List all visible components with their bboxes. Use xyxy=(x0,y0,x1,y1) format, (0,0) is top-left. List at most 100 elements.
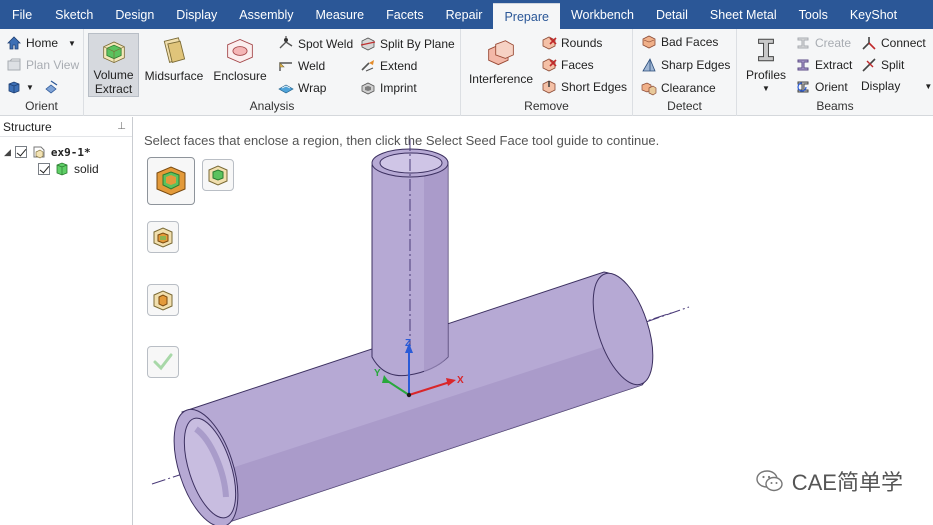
snap-view-icon[interactable] xyxy=(44,79,60,95)
tree-solid-label: solid xyxy=(74,162,99,176)
sharp-edges-button[interactable]: Sharp Edges xyxy=(641,57,730,73)
plan-view-label: Plan View xyxy=(26,58,80,72)
create-beam-button[interactable]: Create xyxy=(795,35,851,51)
connect-beam-button[interactable]: Connect xyxy=(861,35,926,51)
clearance-icon xyxy=(641,82,657,96)
midsurface-icon xyxy=(163,37,186,64)
midsurface-button[interactable]: Midsurface xyxy=(144,36,204,83)
bad-faces-icon xyxy=(642,35,656,49)
rounds-button[interactable]: Rounds xyxy=(541,35,602,51)
tab-display[interactable]: Display xyxy=(165,0,228,29)
home-label: Home xyxy=(26,36,59,50)
tab-detail[interactable]: Detail xyxy=(645,0,699,29)
orient-cube-button[interactable]: ▼ xyxy=(6,79,60,95)
display-label: Display xyxy=(861,79,901,93)
faces-label: Faces xyxy=(561,58,594,72)
home-button[interactable]: Home ▼ xyxy=(6,35,76,51)
tree-item-root[interactable]: ◢ ex9-1* xyxy=(4,144,91,160)
faces-button[interactable]: Faces xyxy=(541,57,594,73)
extend-label: Extend xyxy=(380,59,418,73)
structure-panel: Structure ⊥ ◢ ex9-1* solid xyxy=(0,117,133,525)
group-orient: Home ▼ Plan View ▼ Orient xyxy=(0,29,84,116)
group-label-beams: Beams xyxy=(816,99,854,113)
profiles-icon xyxy=(758,38,774,62)
tab-sheet-metal[interactable]: Sheet Metal xyxy=(699,0,788,29)
sharp-edges-icon xyxy=(642,58,656,72)
spot-weld-button[interactable]: Spot Weld xyxy=(278,36,353,52)
pipe-model[interactable]: Z X Y xyxy=(134,117,933,525)
group-label-orient: Orient xyxy=(25,99,58,113)
group-detect: Bad Faces Sharp Edges Clearance Detect xyxy=(633,29,737,116)
clearance-button[interactable]: Clearance xyxy=(641,80,716,96)
orient-beam-icon xyxy=(797,81,809,93)
tab-facets[interactable]: Facets xyxy=(375,0,435,29)
rounds-icon xyxy=(542,36,557,50)
split-icon xyxy=(862,58,876,72)
connect-label: Connect xyxy=(881,36,926,50)
wrap-button[interactable]: Wrap xyxy=(278,80,326,96)
chevron-down-icon[interactable]: ▼ xyxy=(762,82,770,96)
menu-bar: File Sketch Design Display Assembly Meas… xyxy=(0,0,933,29)
weld-label: Weld xyxy=(298,59,326,73)
interference-button[interactable]: Interference xyxy=(467,39,535,86)
visibility-checkbox[interactable] xyxy=(38,163,50,175)
plan-view-button[interactable]: Plan View xyxy=(6,57,79,73)
interference-label: Interference xyxy=(468,72,534,86)
connect-icon xyxy=(862,37,876,50)
profiles-button[interactable]: Profiles ▼ xyxy=(743,35,789,96)
ribbon: Home ▼ Plan View ▼ Orient Volume Extract… xyxy=(0,29,933,116)
tree-item-solid[interactable]: solid xyxy=(38,161,99,177)
tab-repair[interactable]: Repair xyxy=(435,0,494,29)
chevron-down-icon[interactable]: ▼ xyxy=(924,82,932,91)
tab-keyshot[interactable]: KeyShot xyxy=(839,0,908,29)
tab-measure[interactable]: Measure xyxy=(304,0,375,29)
imprint-button[interactable]: Imprint xyxy=(360,80,417,96)
volume-extract-label: Volume Extract xyxy=(93,68,134,96)
group-label-remove: Remove xyxy=(524,99,569,113)
structure-title: Structure xyxy=(3,119,52,134)
spot-weld-icon xyxy=(279,36,293,49)
extract-beam-button[interactable]: Extract xyxy=(795,57,852,73)
wechat-logo-icon xyxy=(756,470,783,492)
branch-pipe-shade xyxy=(424,162,448,372)
short-edges-button[interactable]: Short Edges xyxy=(541,79,627,95)
wrap-label: Wrap xyxy=(298,81,327,95)
split-by-plane-button[interactable]: Split By Plane xyxy=(360,36,455,52)
weld-button[interactable]: Weld xyxy=(278,58,325,74)
display-beam-button[interactable]: Display ▼ xyxy=(861,79,932,93)
orient-beam-label: Orient xyxy=(815,80,848,94)
chevron-down-icon[interactable]: ▼ xyxy=(26,83,34,92)
pin-icon[interactable]: ⊥ xyxy=(117,121,126,132)
tab-tools[interactable]: Tools xyxy=(788,0,839,29)
split-label: Split xyxy=(881,58,905,72)
volume-extract-button[interactable]: Volume Extract xyxy=(88,33,139,97)
tab-design[interactable]: Design xyxy=(104,0,165,29)
bad-faces-button[interactable]: Bad Faces xyxy=(641,34,718,50)
tab-prepare[interactable]: Prepare xyxy=(493,3,560,29)
tab-sketch[interactable]: Sketch xyxy=(44,0,104,29)
solid-body-icon xyxy=(56,162,68,176)
rounds-label: Rounds xyxy=(561,36,603,50)
enclosure-button[interactable]: Enclosure xyxy=(210,36,270,83)
group-remove: Interference Rounds Faces Short Edges Re… xyxy=(461,29,633,116)
short-edges-icon xyxy=(542,80,556,94)
structure-header: Structure ⊥ xyxy=(0,117,132,137)
design-viewport[interactable]: Select faces that enclose a region, then… xyxy=(134,117,933,525)
expand-triangle-icon[interactable]: ◢ xyxy=(4,147,11,158)
interference-icon xyxy=(488,40,514,66)
midsurface-label: Midsurface xyxy=(144,69,204,83)
branch-pipe-top-bore xyxy=(379,152,443,174)
volume-extract-icon xyxy=(102,41,125,64)
tab-file[interactable]: File xyxy=(0,0,44,29)
group-analysis: Volume Extract Midsurface Enclosure Spot… xyxy=(84,29,461,116)
orient-beam-button[interactable]: Orient xyxy=(795,79,848,95)
visibility-checkbox[interactable] xyxy=(14,146,27,158)
tab-workbench[interactable]: Workbench xyxy=(560,0,645,29)
chevron-down-icon[interactable]: ▼ xyxy=(68,39,76,48)
tab-assembly[interactable]: Assembly xyxy=(228,0,304,29)
sharp-edges-label: Sharp Edges xyxy=(661,58,731,72)
split-beam-button[interactable]: Split xyxy=(861,57,904,73)
extend-button[interactable]: Extend xyxy=(360,58,417,74)
group-label-analysis: Analysis xyxy=(249,99,295,113)
imprint-icon xyxy=(361,82,375,95)
